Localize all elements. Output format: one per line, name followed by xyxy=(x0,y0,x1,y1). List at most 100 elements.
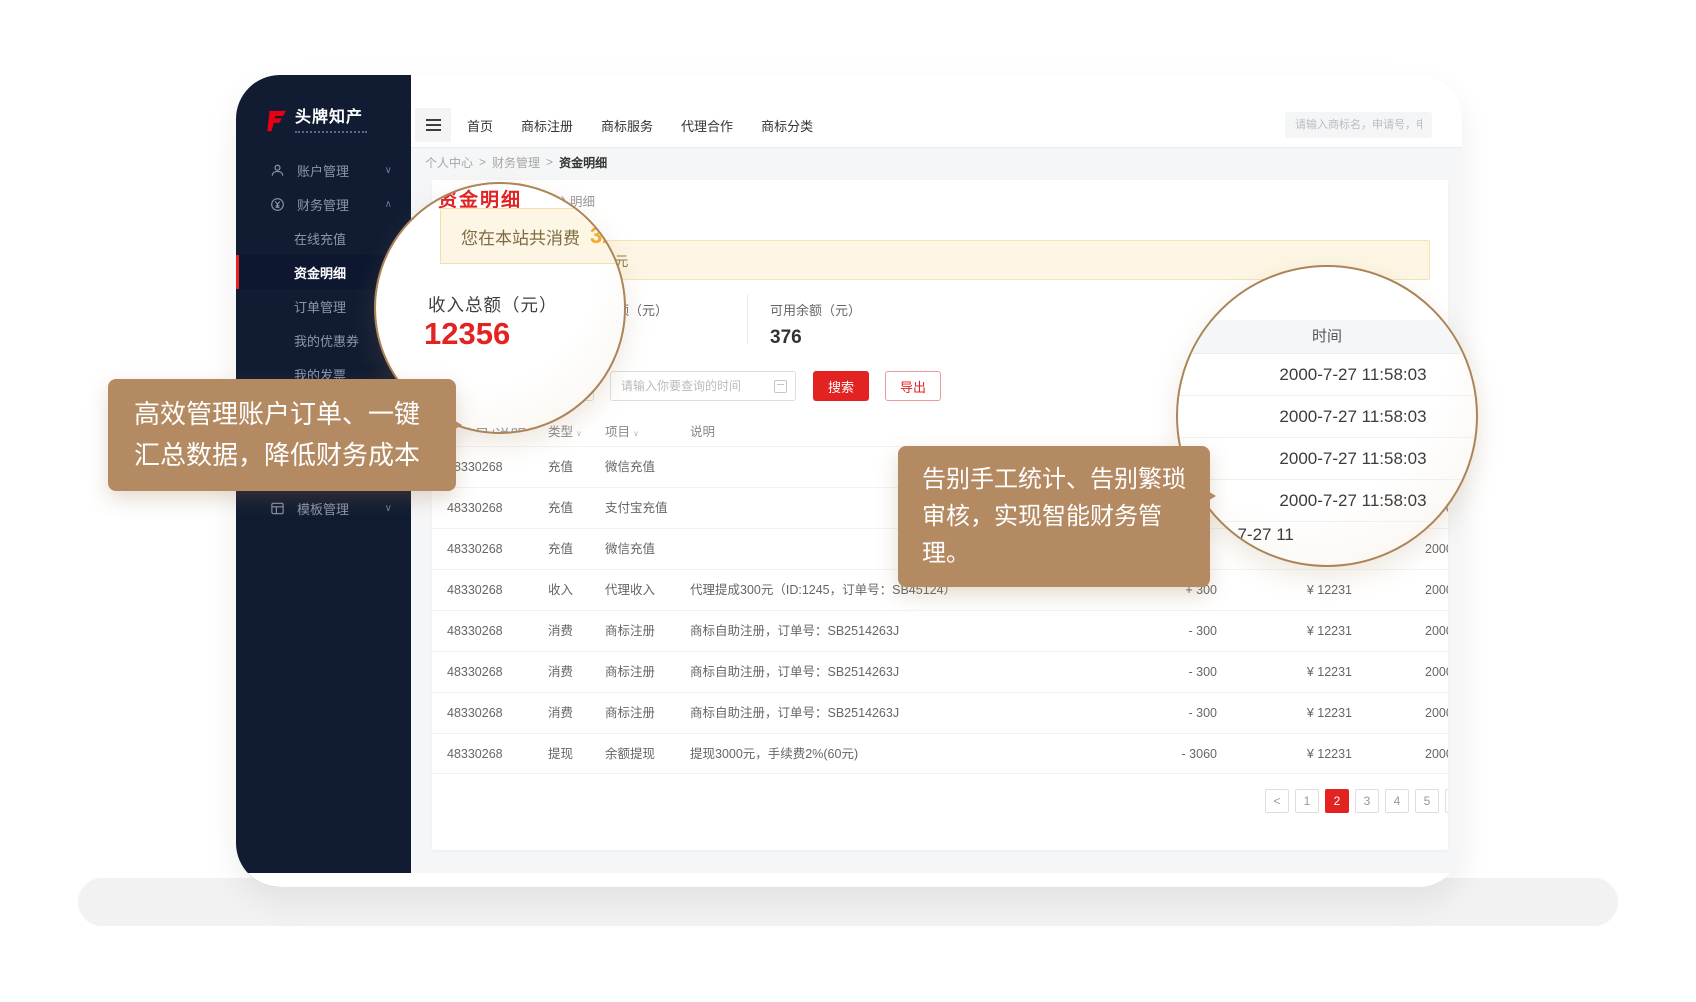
sidebar-item-finance[interactable]: 财务管理 ∧ xyxy=(236,187,411,221)
cell-balance: ¥ 12231 xyxy=(1227,611,1352,652)
sidebar-item-online-recharge[interactable]: 在线充值 xyxy=(236,221,411,255)
nav-item-home[interactable]: 首页 xyxy=(467,116,493,135)
cell-project: 商标注册 xyxy=(605,611,690,652)
header-desc: 说明 xyxy=(690,418,1120,446)
pagination-page-button[interactable]: 5 xyxy=(1415,789,1439,813)
cell-balance: ¥ 12231 xyxy=(1227,693,1352,734)
cell-desc: 商标自助注册，订单号：SB2514263J xyxy=(690,611,1120,652)
cell-project: 商标注册 xyxy=(605,693,690,734)
breadcrumb-current: 资金明细 xyxy=(559,154,607,171)
template-icon xyxy=(269,500,285,516)
magnified-time-cell: 2000-7-27 11:58:03 xyxy=(1178,396,1476,438)
cell-type: 消费 xyxy=(548,693,603,734)
cell-order: 48330268 xyxy=(447,652,537,693)
table-row: 48330268 提现 余额提现 提现3000元，手续费2%(60元) - 30… xyxy=(432,733,1448,774)
nav-item-trademark-service[interactable]: 商标服务 xyxy=(601,116,653,135)
date-search-input[interactable] xyxy=(610,371,796,401)
cell-order: 48330268 xyxy=(447,488,537,529)
pagination-page-button[interactable]: 3 xyxy=(1355,789,1379,813)
cell-project: 代理收入 xyxy=(605,570,690,611)
pagination-page-button[interactable]: 2 xyxy=(1325,789,1349,813)
pagination: < 1 2 3 4 5 > xyxy=(1265,789,1448,813)
cell-time: 2000-7-27 11:58:03 xyxy=(1425,693,1448,734)
cell-time: 2000-7-27 11:58:03 xyxy=(1425,570,1448,611)
cell-type: 充值 xyxy=(548,488,603,529)
cell-project: 微信充值 xyxy=(605,529,690,570)
finance-icon xyxy=(269,196,285,212)
cell-amount: - 300 xyxy=(1122,611,1217,652)
cell-type: 消费 xyxy=(548,611,603,652)
cell-amount: - 300 xyxy=(1122,652,1217,693)
screen-bottom-strip xyxy=(236,873,1462,887)
logo-tagline xyxy=(295,131,367,133)
cell-time: 2000-7-27 11:58:03 xyxy=(1425,734,1448,775)
chevron-up-icon: ∧ xyxy=(385,199,392,210)
balance-value: 376 xyxy=(770,327,861,349)
breadcrumb-personal-center[interactable]: 个人中心 xyxy=(425,154,473,171)
search-button[interactable]: 搜索 xyxy=(813,371,869,401)
stat-divider xyxy=(747,294,748,344)
nav-item-trademark-register[interactable]: 商标注册 xyxy=(521,116,573,135)
magnified-time-cell: 2000-7-27 11:58:03 xyxy=(1178,438,1476,480)
cell-project: 支付宝充值 xyxy=(605,488,690,529)
page: { "theme": { "accent_red": "#e32222", "o… xyxy=(0,0,1696,1002)
top-nav: 首页 商标注册 商标服务 代理合作 商标分类 xyxy=(467,108,813,142)
cell-order: 48330268 xyxy=(447,529,537,570)
nav-item-agency[interactable]: 代理合作 xyxy=(681,116,733,135)
brand-logo-icon xyxy=(264,109,288,138)
calendar-icon[interactable] xyxy=(774,380,787,393)
cell-order: 48330268 xyxy=(447,611,537,652)
table-row: 48330268 消费 商标注册 商标自助注册，订单号：SB2514263J -… xyxy=(432,651,1448,692)
cell-desc: 商标自助注册，订单号：SB2514263J xyxy=(690,652,1120,693)
callout-right: 告别手工统计、告别繁琐审核，实现智能财务管理。 xyxy=(898,446,1210,587)
cell-type: 消费 xyxy=(548,652,603,693)
cell-desc: 提现3000元，手续费2%(60元) xyxy=(690,734,1120,775)
cell-amount: - 300 xyxy=(1122,693,1217,734)
breadcrumb: 个人中心 > 财务管理 > 资金明细 xyxy=(411,148,1462,176)
sidebar-item-account[interactable]: 账户管理 ∨ xyxy=(236,153,411,187)
cell-order: 48330268 xyxy=(447,570,537,611)
breadcrumb-separator: > xyxy=(479,155,486,169)
magnified-income-label: 收入总额（元） xyxy=(428,292,558,317)
cell-desc: 商标自助注册，订单号：SB2514263J xyxy=(690,693,1120,734)
trademark-search-input[interactable] xyxy=(1285,112,1432,138)
magnified-time-cell: 2000-7-27 11:58:03 xyxy=(1178,354,1476,396)
cell-amount: - 3060 xyxy=(1122,734,1217,775)
breadcrumb-separator: > xyxy=(546,155,553,169)
header-project[interactable]: 项目∨ xyxy=(605,418,690,448)
cell-time: 2000-7-27 11:58:03 xyxy=(1425,652,1448,693)
export-button[interactable]: 导出 xyxy=(885,371,941,401)
user-icon xyxy=(269,162,285,178)
chevron-down-icon: ∨ xyxy=(385,165,392,176)
pagination-page-button[interactable]: 4 xyxy=(1385,789,1409,813)
cell-balance: ¥ 12231 xyxy=(1227,734,1352,775)
nav-item-trademark-category[interactable]: 商标分类 xyxy=(761,116,813,135)
cell-order: 48330268 xyxy=(447,734,537,775)
topbar: 首页 商标注册 商标服务 代理合作 商标分类 xyxy=(411,75,1462,148)
sidebar-item-templates[interactable]: 模板管理 ∨ xyxy=(236,491,411,525)
brand-name: 头牌知产 xyxy=(295,109,367,127)
pagination-next-button[interactable]: > xyxy=(1445,789,1448,813)
cell-type: 收入 xyxy=(548,570,603,611)
chevron-down-icon: ∨ xyxy=(385,503,392,514)
cell-time: 2000-7-27 11:58:03 xyxy=(1425,611,1448,652)
sort-caret-icon: ∨ xyxy=(633,429,639,438)
sort-caret-icon: ∨ xyxy=(576,429,582,438)
stat-balance: 可用余额（元） 376 xyxy=(770,300,861,349)
pagination-page-button[interactable]: 1 xyxy=(1295,789,1319,813)
breadcrumb-finance[interactable]: 财务管理 xyxy=(492,154,540,171)
logo[interactable]: 头牌知产 xyxy=(264,109,367,138)
pagination-prev-button[interactable]: < xyxy=(1265,789,1289,813)
cell-balance: ¥ 12231 xyxy=(1227,652,1352,693)
table-row: 48330268 消费 商标注册 商标自助注册，订单号：SB2514263J -… xyxy=(432,692,1448,733)
cell-type: 提现 xyxy=(548,734,603,775)
cell-balance: ¥ 12231 xyxy=(1227,570,1352,611)
cell-order: 48330268 xyxy=(447,447,537,488)
table-row: 48330268 消费 商标注册 商标自助注册，订单号：SB2514263J -… xyxy=(432,610,1448,651)
magnified-consumption-banner: 您在本站共消费32124 xyxy=(440,208,626,264)
magnifier-circle-right: 时间 2000-7-27 11:58:03 2000-7-27 11:58:03… xyxy=(1176,265,1478,567)
cell-project: 商标注册 xyxy=(605,652,690,693)
cell-type: 充值 xyxy=(548,529,603,570)
cell-order: 48330268 xyxy=(447,693,537,734)
hamburger-menu-icon[interactable] xyxy=(415,108,451,142)
